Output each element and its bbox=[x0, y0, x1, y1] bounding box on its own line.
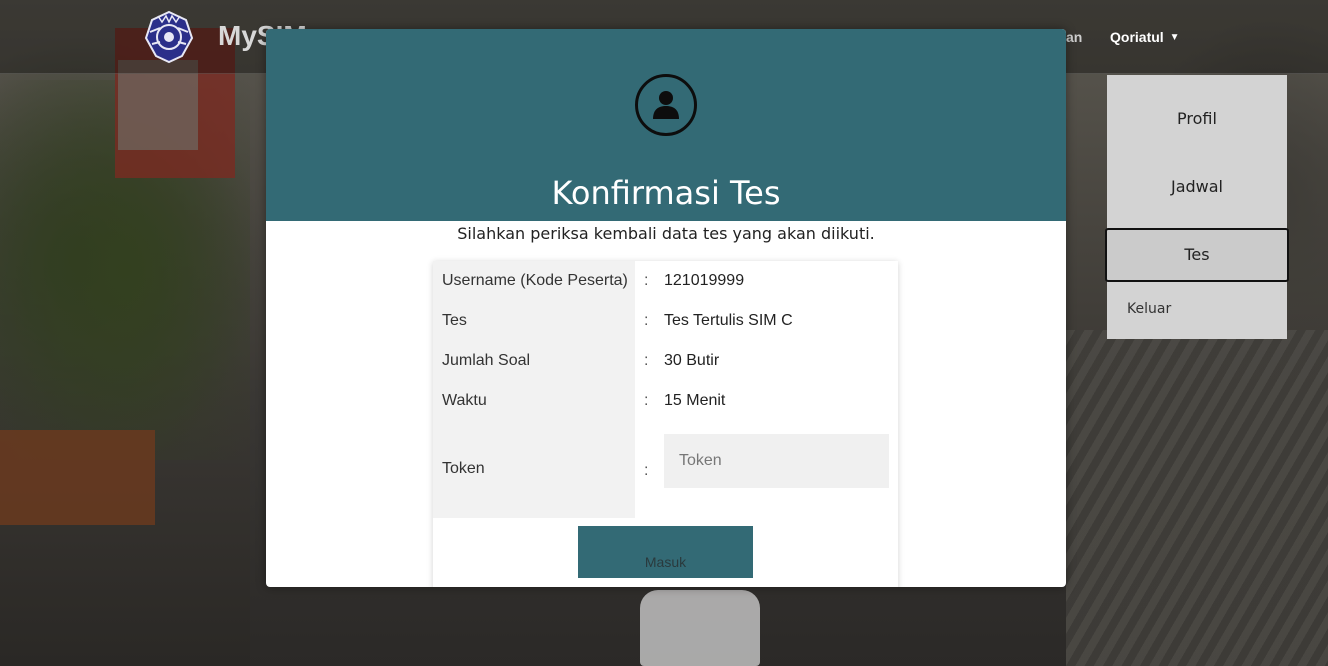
modal-title: Konfirmasi Tes bbox=[551, 174, 781, 212]
nav-link-partial[interactable]: an bbox=[1066, 29, 1082, 45]
menu-item-keluar[interactable]: Keluar bbox=[1127, 301, 1171, 317]
value-tes: Tes Tertulis SIM C bbox=[664, 312, 793, 329]
value-jumlah-soal: 30 Butir bbox=[664, 352, 720, 369]
label-column bbox=[433, 261, 635, 518]
modal-header: Konfirmasi Tes bbox=[266, 29, 1066, 221]
value-username: 121019999 bbox=[664, 272, 745, 289]
menu-item-tes[interactable]: Tes bbox=[1105, 228, 1289, 282]
label-jumlah-soal: Jumlah Soal bbox=[442, 352, 531, 369]
chevron-down-icon: ▼ bbox=[1169, 31, 1180, 43]
confirm-test-modal: Konfirmasi Tes Silahkan periksa kembali … bbox=[266, 29, 1066, 587]
modal-subtitle: Silahkan periksa kembali data tes yang a… bbox=[457, 224, 875, 243]
separator: : bbox=[644, 312, 649, 329]
bg-car bbox=[640, 590, 760, 666]
menu-item-profil[interactable]: Profil bbox=[1107, 109, 1287, 128]
menu-item-jadwal[interactable]: Jadwal bbox=[1107, 177, 1287, 196]
bg-barrier bbox=[0, 430, 155, 525]
label-tes: Tes bbox=[442, 312, 467, 329]
bg-roof bbox=[1066, 330, 1328, 666]
label-token: Token bbox=[442, 460, 485, 477]
test-details-card: Username (Kode Peserta) : 121019999 Tes … bbox=[433, 261, 898, 587]
user-menu-toggle[interactable]: Qoriatul ▼ bbox=[1110, 29, 1180, 45]
masuk-button[interactable]: Masuk bbox=[578, 526, 753, 578]
separator: : bbox=[644, 392, 649, 409]
separator: : bbox=[644, 352, 649, 369]
value-waktu: 15 Menit bbox=[664, 392, 726, 409]
label-waktu: Waktu bbox=[442, 392, 487, 409]
user-name: Qoriatul bbox=[1110, 29, 1164, 45]
police-emblem-logo[interactable] bbox=[140, 8, 198, 66]
label-username: Username (Kode Peserta) bbox=[442, 272, 628, 289]
token-input[interactable] bbox=[664, 434, 889, 488]
user-avatar-icon bbox=[635, 74, 697, 136]
separator: : bbox=[644, 462, 649, 479]
separator: : bbox=[644, 272, 649, 289]
user-dropdown-menu: Profil Jadwal Tes Keluar bbox=[1105, 75, 1289, 339]
